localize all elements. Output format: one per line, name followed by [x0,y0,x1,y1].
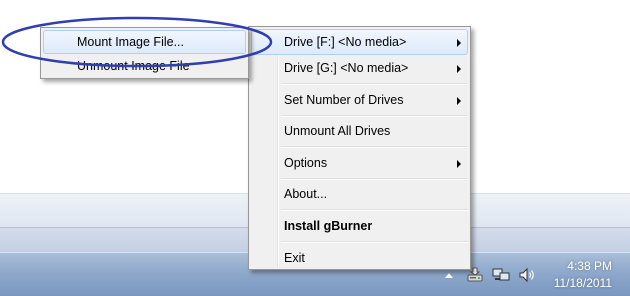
network-icon[interactable] [492,266,510,284]
menu-item-label: Drive [G:] <No media> [284,61,409,75]
drive-f-submenu: Mount Image File... Unmount Image File [40,27,249,79]
menu-item-label: Mount Image File... [77,35,184,49]
menu-item-label: Unmount All Drives [284,124,391,139]
clock-date: 11/18/2011 [553,276,612,290]
menu-item-label: Install gBurner [284,218,373,233]
submenu-arrow-icon [457,39,461,47]
clock-time: 4:38 PM [567,259,612,273]
menu-item-label: About... [284,187,328,202]
gburner-context-menu: Drive [F:] <No media> Drive [G:] <No med… [248,26,471,270]
menu-item-label: Drive [F:] <No media> [284,35,407,49]
menu-item-drive-f[interactable]: Drive [F:] <No media> [251,29,468,55]
submenu-arrow-icon [457,159,461,168]
menu-item-unmount-all-drives[interactable]: Unmount All Drives [251,118,468,144]
menu-separator [281,239,468,245]
volume-icon[interactable] [518,266,536,284]
clock[interactable]: 4:38 PM 11/18/2011 [554,258,612,292]
submenu-arrow-icon [457,65,461,73]
menu-item-label: Set Number of Drives [284,92,404,107]
menu-separator [281,144,468,150]
menu-item-label: Unmount Image File [77,59,190,73]
menu-item-unmount-image-file[interactable]: Unmount Image File [43,54,246,78]
menu-separator [281,81,468,87]
menu-item-options[interactable]: Options [251,150,468,176]
menu-item-label: Exit [284,250,305,265]
menu-item-install-gburner[interactable]: Install gBurner [251,213,468,239]
submenu-arrow-icon [457,96,461,105]
menu-item-exit[interactable]: Exit [251,245,468,271]
menu-item-label: Options [284,155,328,170]
menu-item-drive-g[interactable]: Drive [G:] <No media> [251,55,468,81]
menu-item-mount-image-file[interactable]: Mount Image File... [43,30,246,54]
menu-item-set-number-of-drives[interactable]: Set Number of Drives [251,87,468,113]
menu-item-about[interactable]: About... [251,181,468,207]
